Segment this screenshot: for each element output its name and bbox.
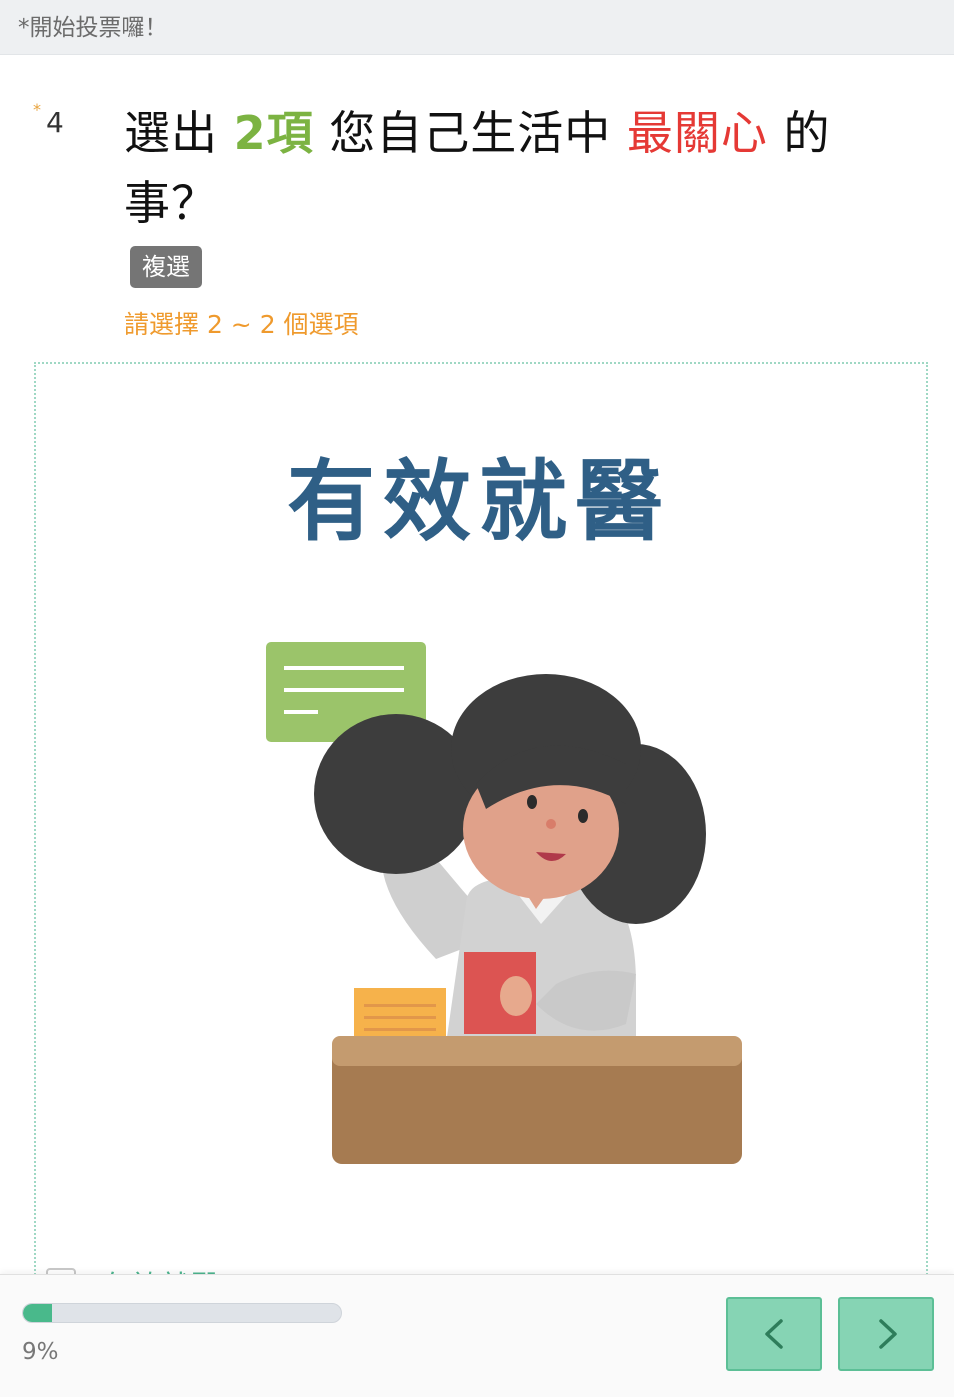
next-button[interactable]: [838, 1297, 934, 1371]
selection-hint: 請選擇 2 ~ 2 個選項: [124, 310, 359, 339]
question-number: 4: [46, 106, 64, 139]
footer-bar: 9%: [0, 1274, 954, 1397]
paper-stack-icon: [354, 988, 446, 1038]
option-card[interactable]: 有效就醫: [34, 362, 928, 1362]
previous-button[interactable]: [726, 1297, 822, 1371]
progress-label: 9%: [22, 1339, 59, 1365]
progress-bar: [22, 1303, 342, 1323]
chevron-left-icon: [765, 1319, 783, 1349]
desk: [332, 1036, 742, 1164]
top-banner: *開始投票囉！: [0, 0, 954, 55]
required-marker: *: [33, 100, 41, 119]
multi-select-tag: 複選: [130, 246, 202, 288]
chevron-right-icon: [879, 1319, 897, 1349]
banner-text: *開始投票囉！: [18, 15, 168, 41]
question-title: 選出 2項 您自己生活中 最關心 的事？: [124, 106, 831, 230]
progress-fill: [23, 1304, 52, 1322]
illustration-heading: 有效就醫: [287, 450, 671, 553]
doctor-illustration: 有效就醫: [266, 450, 742, 1164]
